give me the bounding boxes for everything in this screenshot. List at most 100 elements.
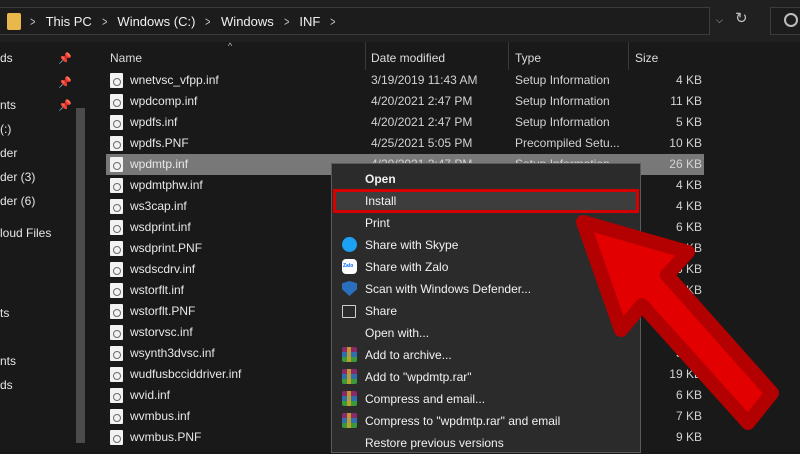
column-divider[interactable] bbox=[628, 42, 629, 70]
menu-item-share-with-zalo[interactable]: Share with Zalo bbox=[332, 256, 640, 278]
file-size: 6 KB bbox=[675, 220, 702, 234]
file-name: wsdscdrv.inf bbox=[130, 262, 196, 276]
file-size: 6 KB bbox=[675, 325, 702, 339]
file-row[interactable]: wpdfs.PNF 4/25/2021 5:05 PM Precompiled Se… bbox=[106, 133, 704, 154]
menu-item-share-with-skype[interactable]: Share with Skype bbox=[332, 234, 640, 256]
address-bar[interactable]: > This PC > Windows (C:) > Windows > INF… bbox=[0, 7, 710, 35]
pin-icon: 📌 bbox=[58, 77, 72, 89]
file-type: Precompiled Setu... bbox=[515, 136, 620, 150]
file-size: 6 KB bbox=[675, 388, 702, 402]
column-header-date[interactable]: Date modified bbox=[371, 51, 445, 65]
nav-item[interactable]: der (6) bbox=[0, 194, 35, 208]
breadcrumb: > This PC > Windows (C:) > Windows > INF… bbox=[29, 8, 337, 34]
inf-file-icon bbox=[110, 430, 123, 445]
nav-item[interactable]: der (3) bbox=[0, 170, 35, 184]
menu-item-scan-with-windows-defender[interactable]: Scan with Windows Defender... bbox=[332, 278, 640, 300]
search-input[interactable] bbox=[770, 7, 800, 35]
breadcrumb-item-this-pc[interactable]: This PC bbox=[46, 14, 92, 29]
pin-icon: 📌 bbox=[58, 100, 72, 112]
winrar-icon bbox=[342, 413, 357, 428]
chevron-right-icon[interactable]: > bbox=[102, 14, 107, 29]
inf-file-icon bbox=[110, 94, 123, 109]
file-name: wpdfs.PNF bbox=[130, 136, 189, 150]
nav-item[interactable]: (:) bbox=[0, 122, 11, 136]
file-row[interactable]: wnetvsc_vfpp.inf 3/19/2019 11:43 AM Setup … bbox=[106, 70, 704, 91]
file-name: wpdfs.inf bbox=[130, 115, 178, 129]
breadcrumb-item-windows-c[interactable]: Windows (C:) bbox=[117, 14, 195, 29]
nav-item[interactable]: ds bbox=[0, 378, 13, 392]
file-date-modified: 4/25/2021 5:05 PM bbox=[371, 136, 473, 150]
file-size: 4 KB bbox=[675, 283, 702, 297]
menu-item-label: Share with Zalo bbox=[365, 260, 449, 274]
file-name: wstorvsc.inf bbox=[130, 325, 193, 339]
column-divider[interactable] bbox=[508, 42, 509, 70]
file-name: wvmbus.inf bbox=[130, 409, 191, 423]
file-name: wsynth3dvsc.inf bbox=[130, 346, 215, 360]
chevron-right-icon[interactable]: > bbox=[284, 14, 289, 29]
breadcrumb-item-inf[interactable]: INF bbox=[299, 14, 320, 29]
menu-item-open-with[interactable]: Open with... bbox=[332, 322, 640, 344]
inf-file-icon bbox=[110, 199, 123, 214]
menu-item-install[interactable]: Install bbox=[332, 190, 640, 212]
search-icon bbox=[784, 13, 798, 27]
menu-item-label: Add to archive... bbox=[365, 348, 452, 362]
menu-item-label: Compress to "wpdmtp.rar" and email bbox=[365, 414, 561, 428]
file-name: ws3cap.inf bbox=[130, 199, 187, 213]
inf-file-icon bbox=[110, 325, 123, 340]
column-header-type[interactable]: Type bbox=[515, 51, 541, 65]
menu-item-restore-previous-versions[interactable]: Restore previous versions bbox=[332, 432, 640, 454]
file-name: wsdprint.PNF bbox=[130, 241, 203, 255]
file-type: Setup Information bbox=[515, 73, 610, 87]
breadcrumb-item-windows[interactable]: Windows bbox=[221, 14, 274, 29]
folder-icon bbox=[7, 13, 21, 30]
nav-item[interactable]: der bbox=[0, 146, 17, 160]
menu-item-compress-and-email[interactable]: Compress and email... bbox=[332, 388, 640, 410]
menu-item-print[interactable]: Print bbox=[332, 212, 640, 234]
menu-item-share[interactable]: Share bbox=[332, 300, 640, 322]
chevron-down-icon[interactable]: ⌵ bbox=[716, 15, 723, 26]
nav-item[interactable]: ts bbox=[0, 306, 9, 320]
nav-item[interactable]: nts bbox=[0, 98, 16, 112]
column-header-size[interactable]: Size bbox=[635, 51, 658, 65]
file-size: 7 KB bbox=[675, 409, 702, 423]
file-size: 8 KB bbox=[675, 304, 702, 318]
column-divider[interactable] bbox=[365, 42, 366, 70]
scrollbar[interactable] bbox=[76, 108, 85, 443]
navigation-pane: ds 📌 📌 nts 📌 (:) der der (3) der (6) lou… bbox=[0, 42, 88, 450]
menu-item-label: Share with Skype bbox=[365, 238, 459, 252]
menu-item-compress-to-wpdmtp-rar-and-email[interactable]: Compress to "wpdmtp.rar" and email bbox=[332, 410, 640, 432]
nav-item[interactable]: nts bbox=[0, 354, 16, 368]
inf-file-icon bbox=[110, 409, 123, 424]
file-row[interactable]: wpdcomp.inf 4/20/2021 2:47 PM Setup Inform… bbox=[106, 91, 704, 112]
nav-item[interactable]: ds bbox=[0, 51, 13, 65]
file-name: wsdprint.inf bbox=[130, 220, 191, 234]
refresh-icon[interactable]: ↻ bbox=[735, 11, 749, 26]
chevron-right-icon[interactable]: > bbox=[330, 14, 335, 29]
winrar-icon bbox=[342, 347, 357, 362]
pin-icon: 📌 bbox=[58, 53, 72, 65]
nav-item[interactable]: loud Files bbox=[0, 226, 51, 240]
menu-item-label: Install bbox=[365, 194, 397, 208]
menu-item-open[interactable]: Open bbox=[332, 168, 640, 190]
sort-ascending-icon: ^ bbox=[228, 41, 233, 51]
column-header-name[interactable]: Name bbox=[110, 51, 142, 65]
inf-file-icon bbox=[110, 346, 123, 361]
file-size: 5 KB bbox=[675, 346, 702, 360]
inf-file-icon bbox=[110, 241, 123, 256]
file-size: 4 KB bbox=[675, 199, 702, 213]
file-row[interactable]: wpdfs.inf 4/20/2021 2:47 PM Setup Informat… bbox=[106, 112, 704, 133]
file-name: wpdmtp.inf bbox=[130, 157, 189, 171]
inf-file-icon bbox=[110, 388, 123, 403]
menu-item-label: Share bbox=[365, 304, 398, 318]
file-name: wnetvsc_vfpp.inf bbox=[130, 73, 219, 87]
file-name: wudfusbcciddriver.inf bbox=[130, 367, 242, 381]
inf-file-icon bbox=[110, 283, 123, 298]
menu-item-add-to-wpdmtp-rar[interactable]: Add to "wpdmtp.rar" bbox=[332, 366, 640, 388]
zalo-icon bbox=[342, 259, 357, 274]
menu-item-add-to-archive[interactable]: Add to archive... bbox=[332, 344, 640, 366]
chevron-right-icon[interactable]: > bbox=[206, 14, 211, 29]
file-name: wstorflt.inf bbox=[130, 283, 185, 297]
inf-file-icon bbox=[110, 157, 123, 172]
file-size: 9 KB bbox=[675, 430, 702, 444]
share-icon bbox=[342, 305, 356, 318]
